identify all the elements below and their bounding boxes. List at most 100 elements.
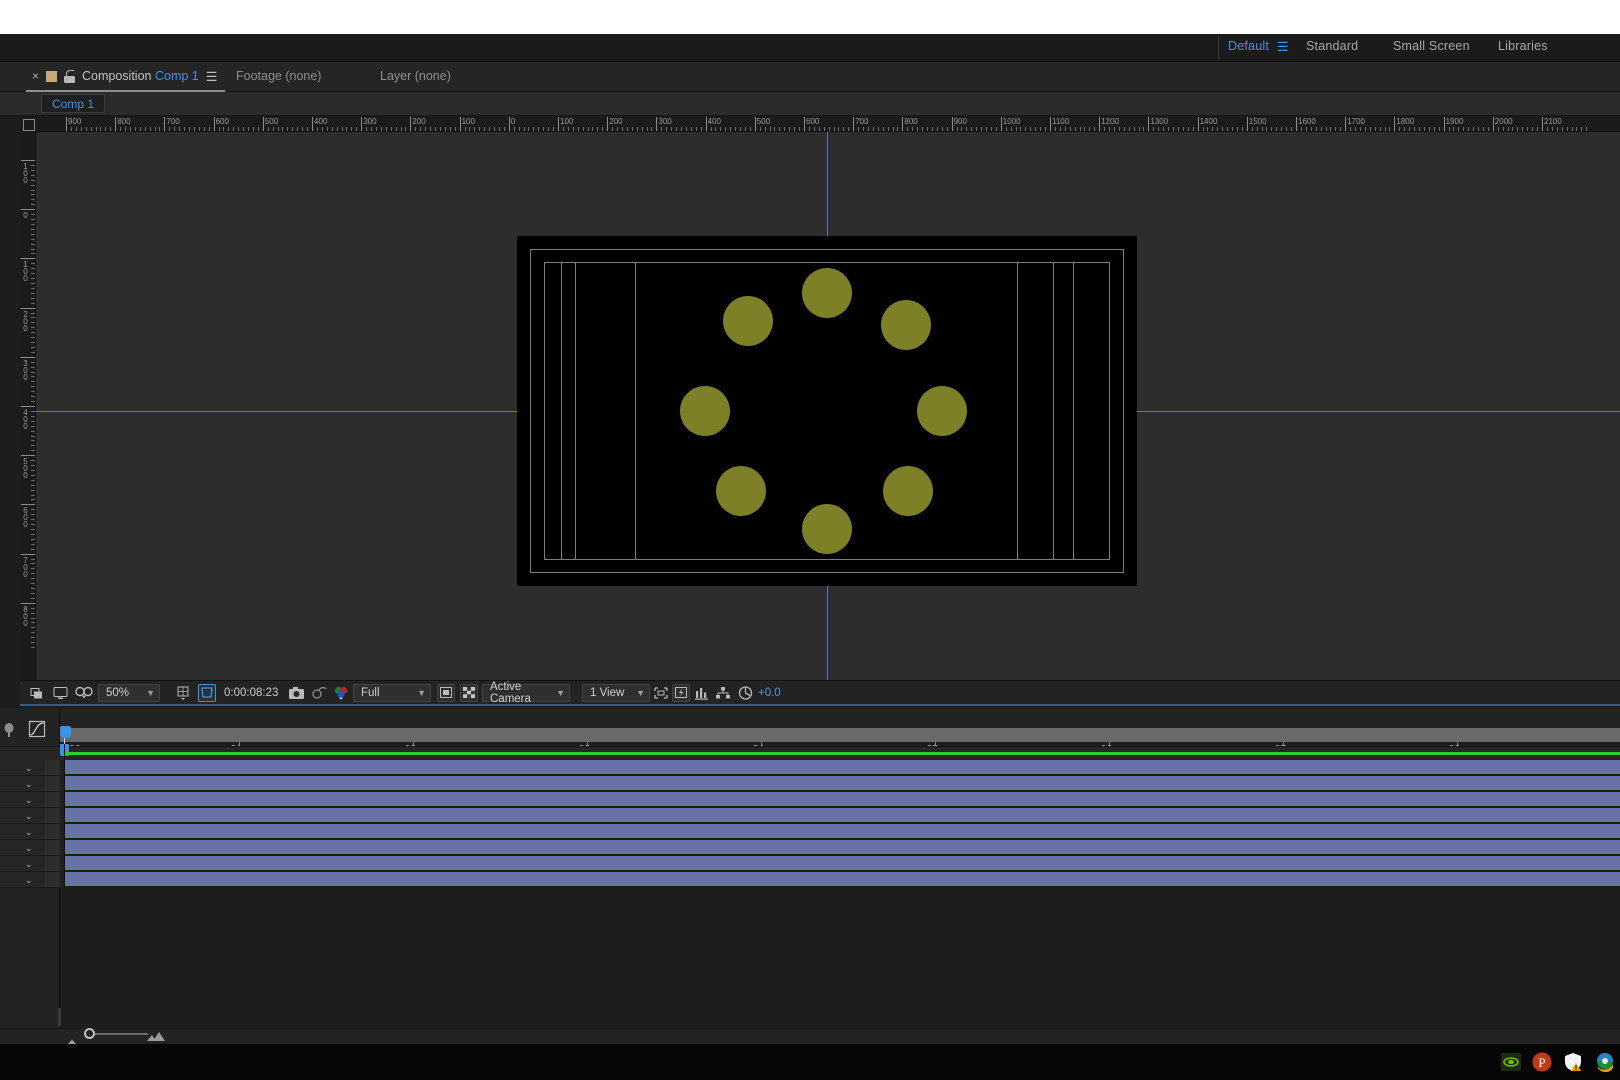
layer-track[interactable]	[60, 776, 1620, 792]
chevron-down-icon[interactable]: ⌄	[25, 764, 33, 773]
snapshot-icon[interactable]	[288, 686, 305, 700]
layer-duration-bar[interactable]	[64, 840, 1620, 855]
zoom-level-dropdown[interactable]: 50% ▼	[98, 683, 160, 702]
work-area-bar[interactable]	[64, 752, 1620, 755]
layer-duration-bar[interactable]	[64, 792, 1620, 807]
layer-track[interactable]	[60, 760, 1620, 776]
chevron-down-icon[interactable]: ⌄	[25, 812, 33, 821]
layer-track[interactable]	[60, 872, 1620, 888]
workspace-tab-small-screen[interactable]: Small Screen	[1393, 39, 1470, 53]
layer-duration-bar[interactable]	[64, 808, 1620, 823]
composition-canvas[interactable]	[517, 236, 1137, 586]
composition-dot[interactable]	[716, 466, 766, 516]
comp-subtab-comp1[interactable]: Comp 1	[41, 94, 106, 113]
timeline-layer-row[interactable]: ⌄	[0, 824, 1620, 840]
layer-track[interactable]	[60, 856, 1620, 872]
timeline-layer-row[interactable]: ⌄	[0, 872, 1620, 888]
current-time-indicator[interactable]	[60, 726, 71, 738]
chevron-down-icon[interactable]: ⌄	[25, 796, 33, 805]
horizontal-ruler[interactable]: 900 800 700 600 500 400 300 200 100 0 100 200 300 400…	[20, 116, 1620, 132]
motion-blur-icon[interactable]	[2, 722, 16, 743]
layer-controls-cell[interactable]: ⌄	[0, 776, 45, 792]
timeline-layer-row[interactable]: ⌄	[0, 808, 1620, 824]
layer-controls-cell[interactable]: ⌄	[0, 760, 45, 776]
timeline-zoom-slider-track[interactable]	[88, 1033, 148, 1035]
main-viewer-icon[interactable]	[53, 685, 68, 700]
fast-previews-icon[interactable]	[672, 683, 690, 702]
transparency-grid-icon[interactable]	[198, 683, 216, 702]
download-manager-icon[interactable]	[1593, 1051, 1614, 1072]
panel-menu-icon[interactable]: ☰	[206, 70, 218, 83]
timeline-layer-row[interactable]: ⌄	[0, 776, 1620, 792]
layer-track[interactable]	[60, 824, 1620, 840]
timeline-layer-row[interactable]: ⌄	[0, 840, 1620, 856]
timeline-icon[interactable]	[694, 686, 710, 700]
tab-layer[interactable]: Layer (none)	[380, 69, 451, 83]
layer-controls-cell[interactable]: ⌄	[0, 792, 45, 808]
chevron-down-icon[interactable]: ⌄	[25, 860, 33, 869]
exposure-reset-icon[interactable]	[738, 685, 753, 700]
shield-warning-icon[interactable]	[1562, 1051, 1583, 1072]
mask-toggle-icon[interactable]	[437, 683, 455, 702]
layer-controls-cell[interactable]: ⌄	[0, 856, 45, 872]
layer-controls-cell[interactable]: ⌄	[0, 808, 45, 824]
layer-duration-bar[interactable]	[64, 856, 1620, 871]
timeline-ruler-band[interactable]	[60, 728, 1620, 742]
flowchart-icon[interactable]	[715, 686, 731, 700]
composition-dot[interactable]	[917, 386, 967, 436]
ruler-corner[interactable]	[20, 116, 36, 132]
layer-duration-bar[interactable]	[64, 776, 1620, 791]
vertical-ruler[interactable]: 100 0 100 200 300 400 500 600 700 800	[20, 132, 36, 680]
layer-controls-cell[interactable]: ⌄	[0, 872, 45, 888]
layer-track[interactable]	[60, 792, 1620, 808]
exposure-value[interactable]: +0.0	[758, 687, 781, 699]
chevron-down-icon[interactable]: ⌄	[25, 828, 33, 837]
chevron-down-icon[interactable]: ⌄	[25, 844, 33, 853]
camera-dropdown[interactable]: Active Camera ▼	[482, 681, 570, 705]
composition-dot[interactable]	[723, 296, 773, 346]
layer-track[interactable]	[60, 808, 1620, 824]
layer-duration-bar[interactable]	[64, 872, 1620, 887]
workspace-tab-default[interactable]: Default	[1228, 39, 1269, 53]
composition-dot[interactable]	[881, 300, 931, 350]
ruler-tick	[115, 117, 117, 131]
timeline-layer-row[interactable]: ⌄	[0, 856, 1620, 872]
composition-dot[interactable]	[802, 504, 852, 554]
show-snapshot-icon[interactable]	[312, 686, 328, 700]
tab-footage[interactable]: Footage (none)	[236, 69, 321, 83]
composition-viewer[interactable]	[36, 132, 1620, 680]
layer-duration-bar[interactable]	[64, 824, 1620, 839]
checkerboard-icon[interactable]	[460, 683, 478, 702]
composition-dot[interactable]	[802, 268, 852, 318]
ruler-tick-minor	[31, 263, 35, 265]
layer-duration-bar[interactable]	[64, 760, 1620, 775]
timeline-layer-row[interactable]: ⌄	[0, 760, 1620, 776]
timeline-layer-row[interactable]: ⌄	[0, 792, 1620, 808]
workspace-tab-libraries[interactable]: Libraries	[1498, 39, 1548, 53]
lock-icon[interactable]	[64, 69, 76, 83]
pdf-icon[interactable]: P	[1531, 1051, 1552, 1072]
timeline-zoom-slider-knob[interactable]	[84, 1028, 95, 1039]
layer-controls-cell[interactable]: ⌄	[0, 840, 45, 856]
workspace-menu-icon[interactable]: ☰	[1277, 39, 1289, 55]
close-icon[interactable]: ×	[32, 70, 39, 82]
timeline-vertical-scrollbar[interactable]	[58, 1008, 61, 1026]
3d-glasses-icon[interactable]	[75, 685, 93, 700]
layer-controls-cell[interactable]: ⌄	[0, 824, 45, 840]
workspace-tab-standard[interactable]: Standard	[1306, 39, 1358, 53]
views-dropdown[interactable]: 1 View ▼	[582, 683, 650, 702]
composition-dot[interactable]	[883, 466, 933, 516]
resolution-dropdown[interactable]: Full ▼	[353, 683, 431, 702]
graph-editor-icon[interactable]	[28, 720, 46, 743]
region-of-interest-icon[interactable]	[175, 685, 191, 701]
composition-dot[interactable]	[680, 386, 730, 436]
nvidia-icon[interactable]	[1500, 1051, 1521, 1072]
chevron-down-icon[interactable]: ⌄	[25, 876, 33, 885]
tab-composition[interactable]: × Composition Comp 1 ☰	[26, 62, 226, 92]
chevron-down-icon[interactable]: ⌄	[25, 780, 33, 789]
layer-track[interactable]	[60, 840, 1620, 856]
pixel-aspect-icon[interactable]	[653, 686, 669, 700]
always-preview-icon[interactable]	[30, 685, 45, 700]
channels-icon[interactable]	[333, 685, 349, 700]
current-time-display[interactable]: 0:00:08:23	[224, 687, 278, 699]
